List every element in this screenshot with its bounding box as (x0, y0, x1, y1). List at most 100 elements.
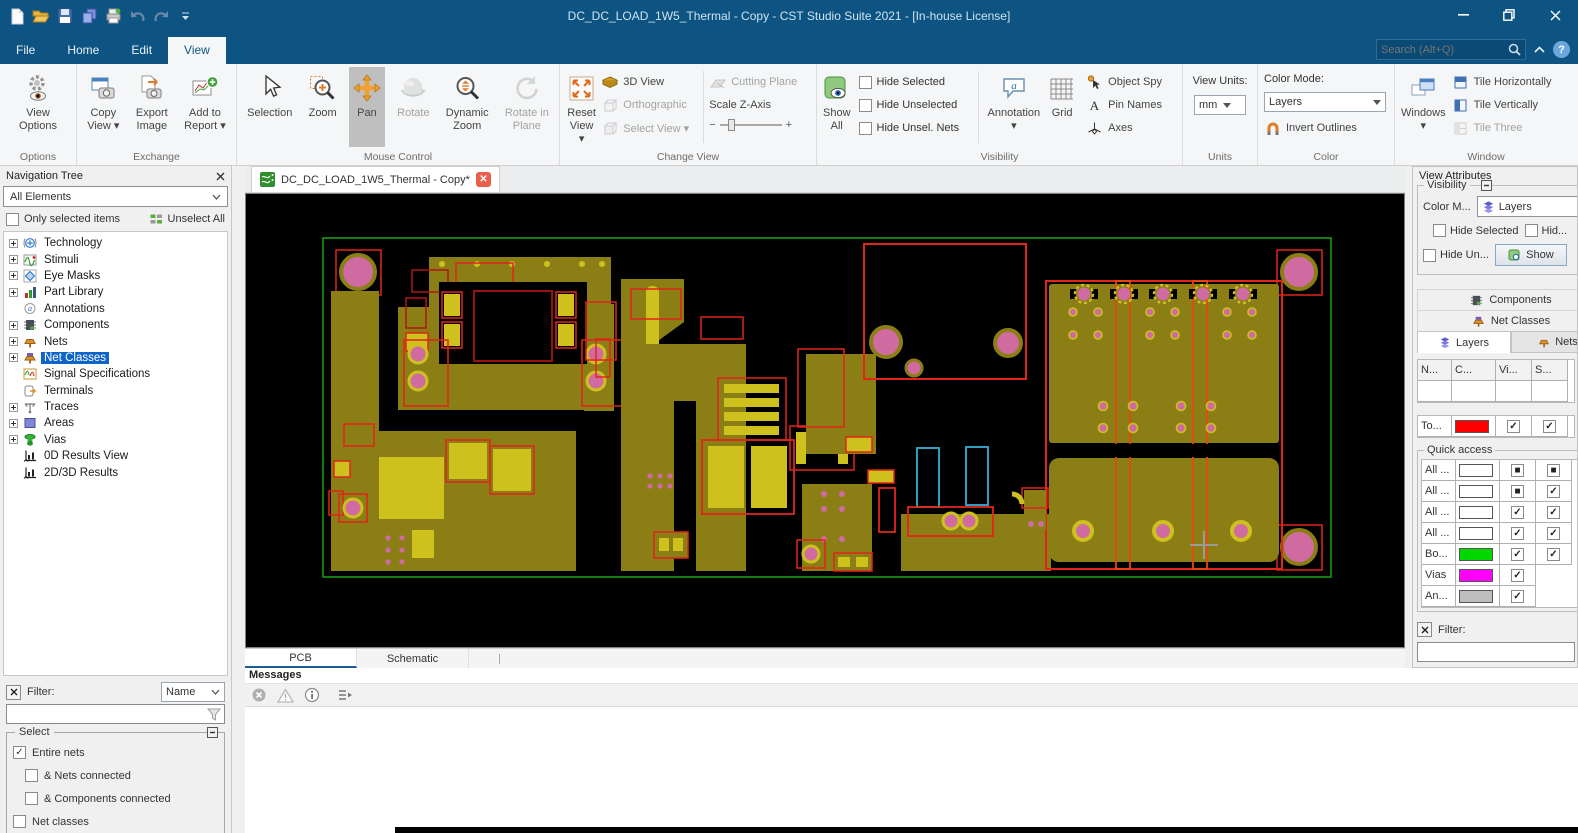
tree-item-net-classes[interactable]: Net Classes (4, 350, 227, 366)
tree-item-technology[interactable]: Technology (4, 235, 227, 251)
selection-button[interactable]: Selection (243, 67, 296, 147)
messages-content[interactable] (245, 707, 1578, 832)
tree-item-components[interactable]: Components (4, 317, 227, 333)
components-connected-checkbox[interactable]: & Components connected (13, 787, 218, 810)
tab-edit[interactable]: Edit (115, 37, 168, 64)
hide-un-checkbox[interactable]: Hide Un... (1423, 248, 1489, 262)
collapse-ribbon-icon[interactable] (1534, 46, 1545, 53)
color-mode-select[interactable]: Layers (1264, 92, 1386, 112)
selectable-checkbox[interactable]: ✓ (1536, 523, 1572, 544)
scale-z-slider[interactable]: − + (709, 119, 814, 131)
minimize-button[interactable] (1440, 0, 1486, 30)
tab-pcb[interactable]: PCB (245, 649, 357, 668)
collapse-icon[interactable] (1481, 180, 1492, 191)
view-units-select[interactable]: mm (1194, 95, 1246, 115)
color-swatch[interactable] (1456, 565, 1500, 586)
tab-home[interactable]: Home (51, 37, 115, 64)
selectable-checkbox[interactable]: ■ (1536, 460, 1572, 481)
funnel-icon[interactable] (204, 708, 224, 721)
tree-item-traces[interactable]: Traces (4, 399, 227, 415)
pcb-layout-view[interactable] (246, 194, 1404, 647)
filter-field-select[interactable]: Name (161, 682, 225, 702)
tree-item-nets[interactable]: Nets (4, 333, 227, 349)
tree-item-0d-results-view[interactable]: 0D Results View (4, 448, 227, 464)
tab-file[interactable]: File (0, 37, 51, 64)
visible-checkbox[interactable]: ■ (1500, 481, 1536, 502)
tile-vertically-button[interactable]: Tile Vertically (1452, 96, 1568, 114)
document-tab[interactable]: DC_DC_LOAD_1W5_Thermal - Copy* ✕ (251, 166, 500, 192)
windows-button[interactable]: Windows ▾ (1397, 67, 1450, 147)
visible-checkbox[interactable]: ✓ (1500, 544, 1536, 565)
3d-view-button[interactable]: 3D View (601, 73, 698, 91)
tab-layers[interactable]: Layers (1417, 331, 1511, 353)
components-section-bar[interactable]: Components (1417, 289, 1577, 310)
total-color-swatch[interactable] (1452, 416, 1496, 437)
expand-icon[interactable] (9, 418, 18, 428)
visible-checkbox[interactable]: ■ (1500, 460, 1536, 481)
tree-item-eye-masks[interactable]: Eye Masks (4, 268, 227, 284)
clear-filter-button[interactable] (6, 684, 21, 700)
selectable-checkbox[interactable]: ✓ (1532, 416, 1568, 437)
only-selected-checkbox[interactable]: Only selected items (6, 212, 120, 226)
message-list-icon[interactable] (336, 688, 353, 702)
tree-item-annotations[interactable]: a Annotations (4, 301, 227, 317)
grid-button[interactable]: Grid (1044, 67, 1080, 147)
info-filter-icon[interactable] (304, 687, 320, 703)
visible-checkbox[interactable]: ✓ (1500, 502, 1536, 523)
unselect-all-button[interactable]: Unselect All (150, 213, 225, 225)
visible-checkbox[interactable]: ✓ (1500, 586, 1536, 607)
selectable-checkbox[interactable]: ✓ (1536, 544, 1572, 565)
selectable-checkbox[interactable]: ✓ (1536, 481, 1572, 502)
expand-icon[interactable] (9, 435, 18, 445)
restore-button[interactable] (1486, 0, 1532, 30)
collapse-icon[interactable] (207, 727, 218, 738)
color-swatch[interactable] (1456, 481, 1500, 502)
clear-filter-button[interactable] (1417, 622, 1432, 637)
errors-filter-icon[interactable] (251, 687, 267, 703)
entire-nets-checkbox[interactable]: ✓ Entire nets (13, 741, 218, 764)
search-box[interactable] (1376, 39, 1526, 60)
help-icon[interactable]: ? (1553, 41, 1570, 58)
expand-icon[interactable] (9, 287, 18, 297)
hide-truncated-checkbox[interactable]: Hid... (1524, 224, 1567, 237)
tree-item-part-library[interactable]: Part Library (4, 284, 227, 300)
close-document-icon[interactable]: ✕ (475, 172, 491, 187)
tree-item-stimuli[interactable]: Stimuli (4, 251, 227, 267)
zoom-button[interactable]: Zoom (305, 67, 341, 147)
tab-nets[interactable]: Nets (1511, 331, 1577, 353)
tree-item-signal-specifications[interactable]: Signal Specifications (4, 366, 227, 382)
dynamic-zoom-button[interactable]: Dynamic Zoom (442, 67, 493, 147)
tree-filter-select[interactable]: All Elements (3, 186, 228, 207)
tab-schematic[interactable]: Schematic (357, 649, 469, 668)
visible-checkbox[interactable]: ✓ (1500, 565, 1536, 586)
expand-icon[interactable] (9, 353, 18, 363)
tile-horizontally-button[interactable]: Tile Horizontally (1452, 73, 1568, 91)
search-input[interactable] (1381, 43, 1508, 56)
net-classes-section-bar[interactable]: Net Classes (1417, 310, 1577, 331)
slider-track[interactable] (719, 119, 782, 131)
pcb-canvas[interactable] (245, 193, 1405, 648)
selectable-checkbox[interactable]: ✓ (1536, 502, 1572, 523)
hide-unselected-checkbox[interactable]: Hide Unselected (858, 96, 973, 114)
pin-names-button[interactable]: A Pin Names (1086, 96, 1166, 114)
reset-view-button[interactable]: Reset View ▾ (562, 67, 601, 147)
net-classes-checkbox[interactable]: Net classes (13, 810, 218, 833)
nets-connected-checkbox[interactable]: & Nets connected (13, 764, 218, 787)
hide-selected-checkbox[interactable]: Hide Selected (858, 73, 973, 91)
warnings-filter-icon[interactable] (277, 687, 294, 703)
color-swatch[interactable] (1456, 544, 1500, 565)
slider-thumb[interactable] (727, 119, 735, 131)
expand-icon[interactable] (9, 337, 18, 347)
color-mode-select[interactable]: Layers (1476, 196, 1577, 217)
search-icon[interactable] (1508, 43, 1521, 56)
view-options-button[interactable]: View Options (15, 67, 61, 147)
object-spy-button[interactable]: Object Spy (1086, 73, 1166, 91)
color-swatch[interactable] (1456, 586, 1500, 607)
expand-icon[interactable] (9, 238, 18, 248)
filter-text-input[interactable] (6, 704, 225, 724)
expand-icon[interactable] (9, 320, 18, 330)
export-image-button[interactable]: Export Image (132, 67, 172, 147)
axes-button[interactable]: Axes (1086, 119, 1166, 137)
close-button[interactable] (1532, 0, 1578, 30)
tree-item-areas[interactable]: Areas (4, 415, 227, 431)
